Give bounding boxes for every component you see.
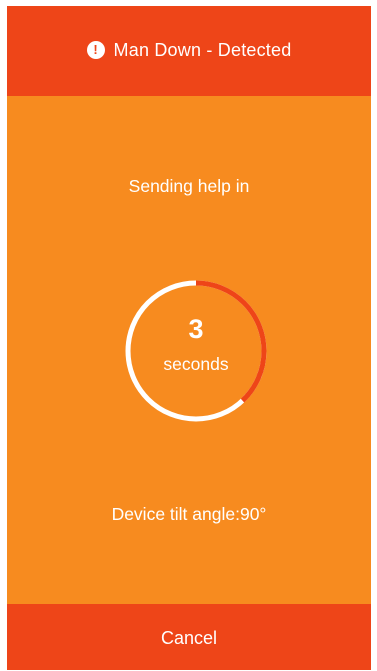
man-down-screen: ! Man Down - Detected Sending help in 3 … (7, 6, 371, 670)
header-bar: ! Man Down - Detected (7, 6, 371, 96)
header-content: ! Man Down - Detected (86, 39, 292, 61)
cancel-button[interactable]: Cancel (7, 604, 371, 670)
countdown-timer: 3 seconds (123, 278, 269, 424)
sending-help-label: Sending help in (128, 176, 250, 196)
countdown-value: 3 (188, 314, 204, 344)
device-tilt-label: Device tilt angle:90° (111, 504, 267, 524)
header-title: Man Down - Detected (113, 39, 292, 60)
exclamation-circle-icon: ! (86, 41, 105, 59)
countdown-unit: seconds (163, 354, 229, 374)
cancel-button-label: Cancel (160, 627, 218, 648)
countdown-ring (125, 280, 267, 422)
